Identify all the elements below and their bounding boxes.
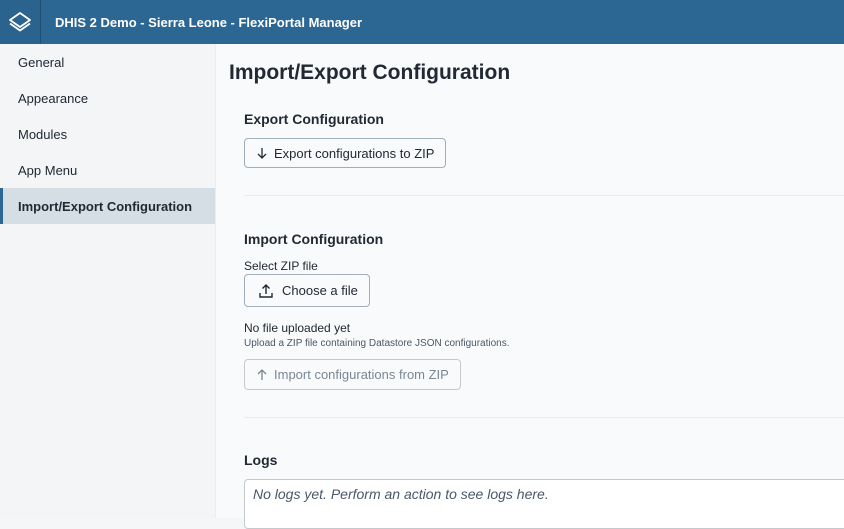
file-status-text: No file uploaded yet: [244, 321, 351, 335]
section-divider: [244, 417, 844, 418]
sidebar-item-general[interactable]: General: [0, 44, 215, 80]
export-zip-button-label: Export configurations to ZIP: [274, 145, 435, 161]
sidebar-item-label: Appearance: [18, 90, 89, 106]
upload-icon: [258, 283, 274, 299]
page-title: Import/Export Configuration: [229, 61, 511, 84]
sidebar-item-modules[interactable]: Modules: [0, 116, 215, 152]
arrow-up-icon: [256, 368, 268, 381]
logs-output[interactable]: No logs yet. Perform an action to see lo…: [244, 479, 844, 529]
choose-file-button-label: Choose a file: [282, 283, 358, 298]
app-header: DHIS 2 Demo - Sierra Leone - FlexiPortal…: [0, 0, 844, 44]
import-zip-button-label: Import configurations from ZIP: [274, 367, 449, 382]
sidebar-item-app-menu[interactable]: App Menu: [0, 152, 215, 188]
logs-placeholder: No logs yet. Perform an action to see lo…: [253, 486, 549, 502]
sidebar-item-import-export[interactable]: Import/Export Configuration: [0, 188, 215, 224]
export-section-title: Export Configuration: [244, 111, 384, 127]
import-section-title: Import Configuration: [244, 231, 384, 247]
sidebar: General Appearance Modules App Menu Impo…: [0, 44, 216, 518]
logs-title: Logs: [244, 452, 278, 468]
arrow-down-icon: [256, 147, 268, 159]
main-content: Import/Export Configuration Export Confi…: [216, 44, 844, 529]
import-zip-button[interactable]: Import configurations from ZIP: [244, 359, 461, 390]
app-logo[interactable]: [0, 0, 41, 44]
app-title: DHIS 2 Demo - Sierra Leone - FlexiPortal…: [55, 14, 363, 30]
import-help-text: Upload a ZIP file containing Datastore J…: [244, 338, 510, 349]
sidebar-item-label: App Menu: [18, 162, 78, 178]
export-zip-button[interactable]: Export configurations to ZIP: [244, 138, 447, 168]
choose-file-button[interactable]: Choose a file: [244, 274, 370, 307]
layers-icon: [9, 12, 31, 32]
sidebar-item-label: Modules: [18, 126, 68, 142]
sidebar-item-label: General: [18, 54, 65, 70]
sidebar-item-label: Import/Export Configuration: [18, 198, 193, 214]
zip-file-label: Select ZIP file: [244, 259, 318, 273]
section-divider: [244, 195, 844, 196]
sidebar-item-appearance[interactable]: Appearance: [0, 80, 215, 116]
